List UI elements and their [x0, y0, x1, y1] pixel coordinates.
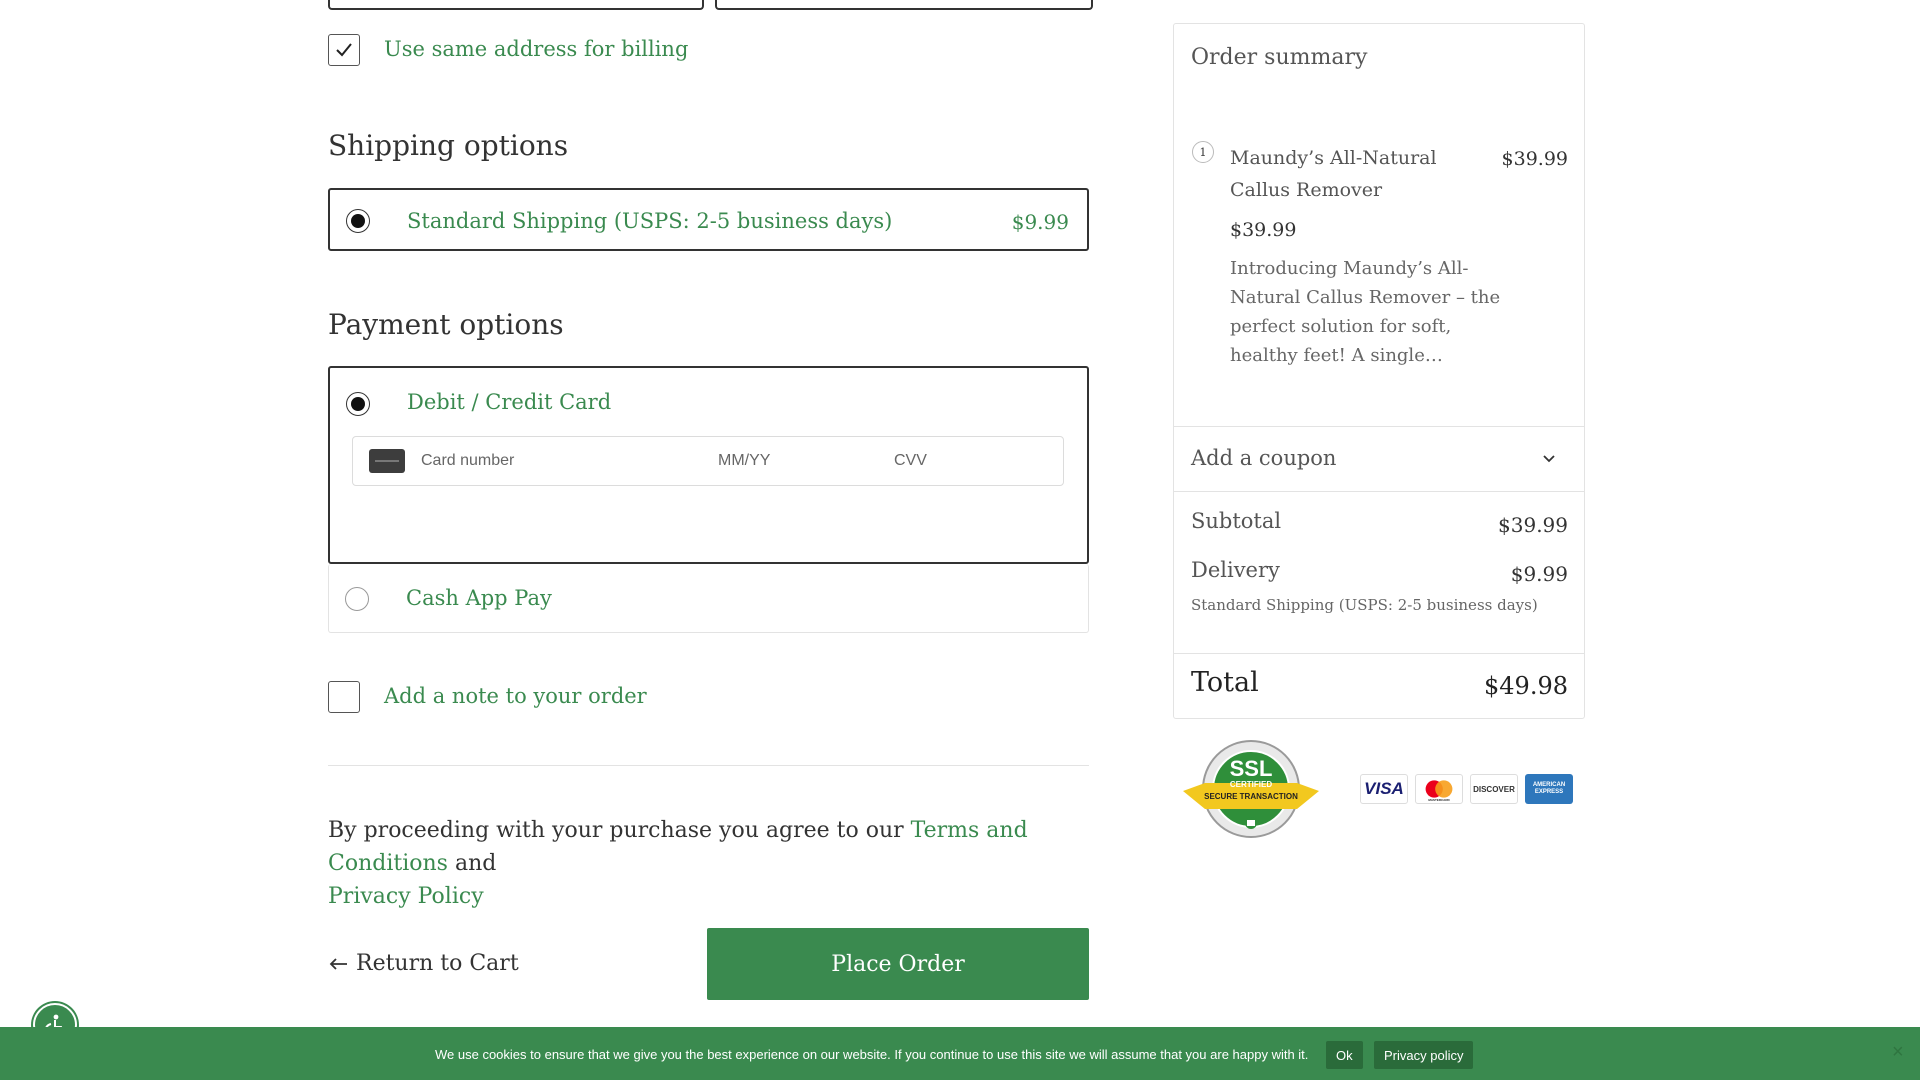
item-quantity: 1 [1199, 145, 1207, 159]
cashapp-radio[interactable] [345, 587, 369, 611]
cookie-ok-button[interactable]: Ok [1326, 1041, 1363, 1069]
payment-options-title: Payment options [328, 308, 564, 341]
payment-option-card[interactable]: Debit / Credit Card Card number MM/YY CV… [328, 366, 1089, 564]
visa-logo: VISA [1360, 774, 1408, 804]
shipping-option-standard[interactable]: Standard Shipping (USPS: 2-5 business da… [328, 188, 1089, 251]
expiry-input[interactable]: MM/YY [718, 452, 770, 470]
cashapp-option-label: Cash App Pay [406, 586, 552, 610]
add-coupon-label: Add a coupon [1191, 446, 1337, 470]
arrow-left-icon [329, 957, 347, 970]
terms-prefix: By proceeding with your purchase you agr… [328, 818, 911, 843]
privacy-policy-link[interactable]: Privacy Policy [328, 884, 484, 909]
payment-card-logos: VISA MASTERCARD DISCOVER AMERICAN EXPRES… [1360, 774, 1573, 804]
subtotal-value: $39.99 [1498, 513, 1568, 537]
ssl-ribbon-text: SECURE TRANSACTION [1204, 792, 1298, 801]
subtotal-label: Subtotal [1191, 509, 1282, 533]
shipping-option-price: $9.99 [1011, 210, 1069, 234]
item-price: $39.99 [1501, 148, 1568, 170]
card-radio[interactable] [346, 392, 370, 416]
order-summary-panel: Order summary 1 Maundy’s All-Natural Cal… [1173, 23, 1585, 719]
shipping-options-title: Shipping options [328, 129, 569, 162]
return-to-cart-link[interactable]: Return to Cart [328, 951, 519, 976]
discover-logo: DISCOVER [1470, 774, 1518, 804]
mastercard-logo: MASTERCARD [1415, 774, 1463, 804]
cvv-input[interactable]: CVV [894, 452, 927, 470]
ssl-subtitle: CERTIFIED [1229, 780, 1273, 789]
summary-separator [1174, 653, 1584, 654]
section-divider [328, 765, 1089, 766]
add-coupon-toggle[interactable]: Add a coupon [1174, 427, 1584, 491]
order-summary-title: Order summary [1191, 45, 1368, 70]
address-input-left[interactable] [328, 0, 704, 10]
cookie-privacy-policy-button[interactable]: Privacy policy [1374, 1041, 1474, 1069]
shipping-option-label: Standard Shipping (USPS: 2-5 business da… [407, 209, 893, 233]
cookie-close-icon[interactable]: × [1892, 1041, 1904, 1064]
cookie-message: We use cookies to ensure that we give yo… [435, 1047, 1309, 1062]
order-note-checkbox[interactable] [328, 681, 360, 713]
terms-text: By proceeding with your purchase you agr… [328, 814, 1108, 913]
credit-card-icon [369, 449, 405, 473]
card-option-label: Debit / Credit Card [407, 390, 612, 414]
order-note-label[interactable]: Add a note to your order [384, 684, 647, 708]
item-unit-price: $39.99 [1230, 219, 1297, 241]
ssl-title: SSL [1229, 756, 1273, 781]
place-order-button[interactable]: Place Order [707, 928, 1089, 1000]
same-address-checkbox[interactable] [328, 34, 360, 66]
shipping-radio[interactable] [346, 209, 370, 233]
chevron-down-icon [1543, 455, 1555, 463]
summary-separator [1174, 491, 1584, 492]
delivery-method: Standard Shipping (USPS: 2-5 business da… [1191, 596, 1538, 614]
item-quantity-badge: 1 [1192, 141, 1214, 163]
same-address-label[interactable]: Use same address for billing [384, 37, 688, 61]
total-label: Total [1191, 667, 1259, 698]
radio-selected-dot [351, 397, 365, 411]
return-to-cart-label: Return to Cart [356, 951, 519, 976]
terms-and: and [447, 851, 497, 876]
item-name: Maundy’s All-Natural Callus Remover [1230, 147, 1437, 201]
card-number-input[interactable]: Card number [421, 452, 514, 470]
radio-selected-dot [351, 214, 365, 228]
card-details-field[interactable]: Card number MM/YY CVV [352, 436, 1064, 486]
delivery-label: Delivery [1191, 558, 1280, 582]
amex-logo: AMERICAN EXPRESS [1525, 774, 1573, 804]
total-value: $49.98 [1484, 672, 1568, 700]
ssl-seal-graphic [1183, 740, 1319, 838]
ssl-certified-badge: SSL CERTIFIED SECURE TRANSACTION [1183, 739, 1319, 839]
address-input-right[interactable] [715, 0, 1093, 10]
checkmark-icon [336, 43, 352, 57]
delivery-value: $9.99 [1510, 562, 1568, 586]
cookie-consent-bar: We use cookies to ensure that we give yo… [0, 1027, 1920, 1080]
payment-option-cashapp[interactable]: Cash App Pay [328, 564, 1089, 633]
item-description: Introducing Maundy’s All-Natural Callus … [1230, 258, 1501, 366]
